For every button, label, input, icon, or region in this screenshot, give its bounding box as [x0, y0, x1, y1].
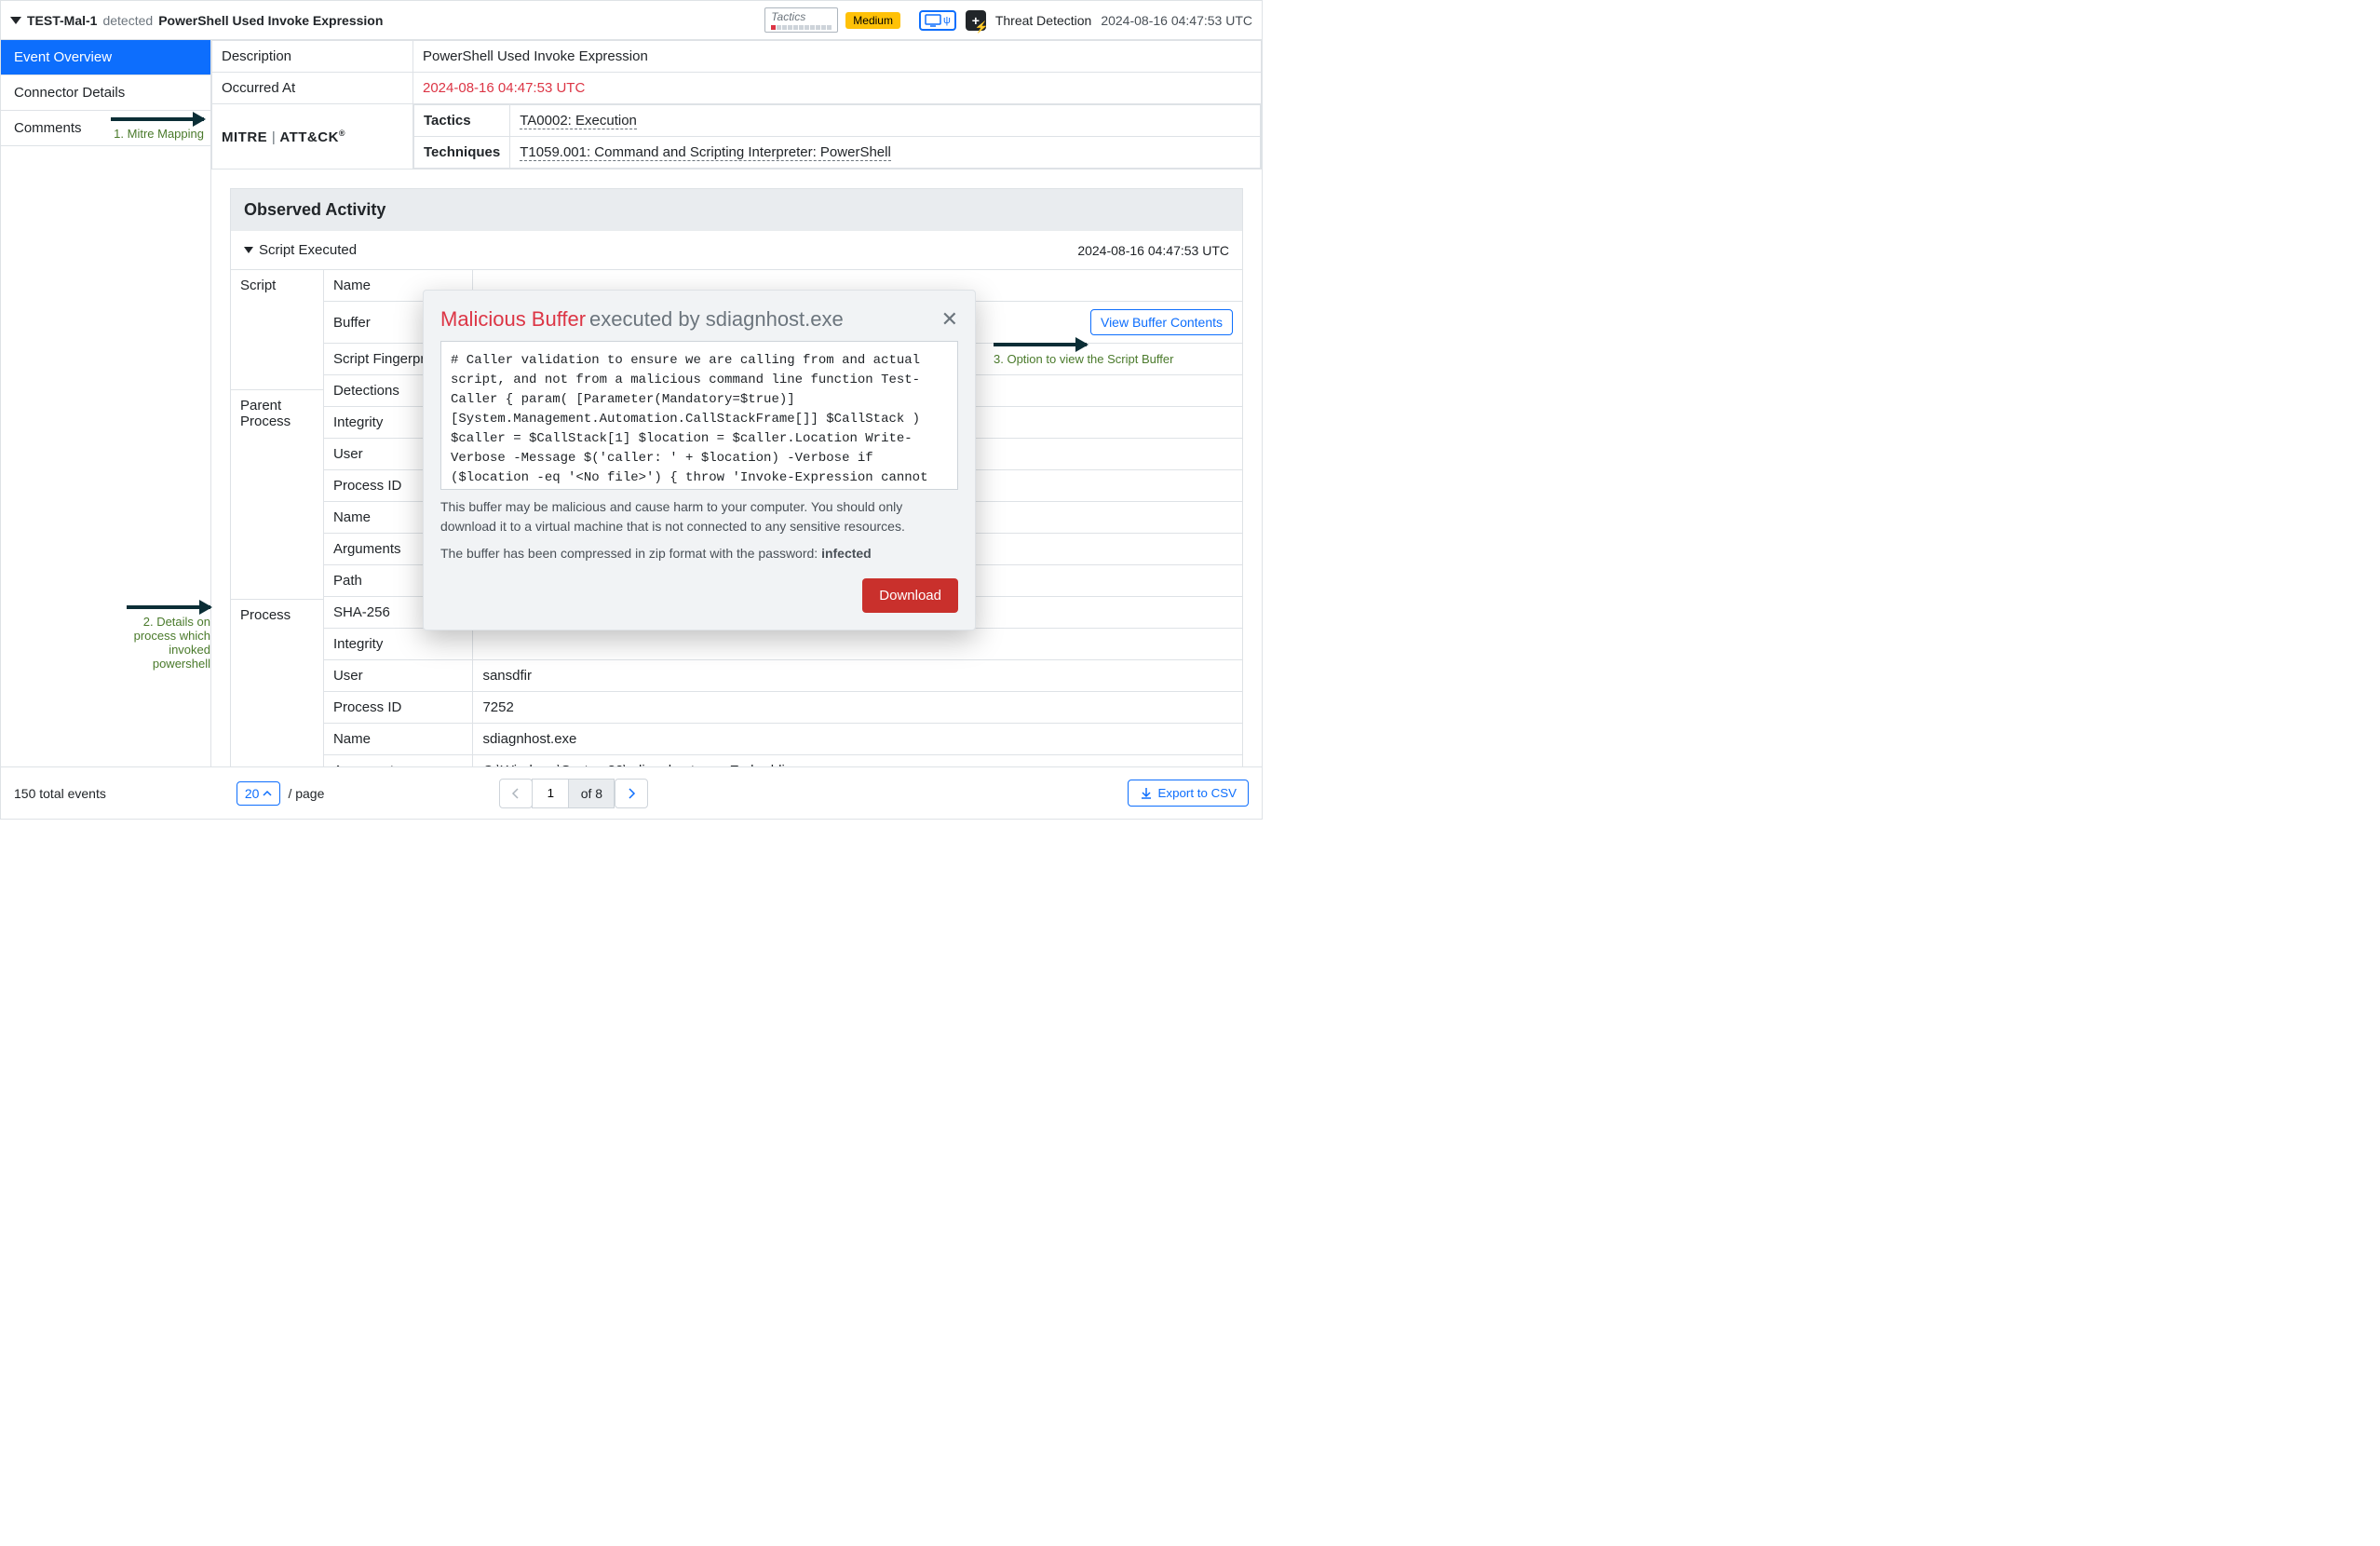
- event-title: PowerShell Used Invoke Expression: [158, 13, 383, 28]
- row-description: Description PowerShell Used Invoke Expre…: [212, 41, 1262, 73]
- group-parent: Parent Process: [231, 390, 323, 600]
- plus-icon[interactable]: +⚡: [966, 10, 986, 31]
- sidebar-item-event-overview[interactable]: Event Overview: [1, 40, 210, 75]
- detected-word: detected: [102, 13, 153, 28]
- page-of: of 8: [568, 779, 615, 808]
- script-executed-toggle[interactable]: Script Executed: [244, 242, 357, 258]
- kv-table: Description PowerShell Used Invoke Expre…: [211, 40, 1262, 170]
- perpage-select[interactable]: 20: [237, 781, 281, 806]
- mitre-logo: MITRE | ATT&CK®: [222, 129, 345, 145]
- footer: 150 total events 20 / page of 8 Export t…: [1, 766, 1262, 819]
- process-integrity-row: Integrity: [324, 629, 1242, 660]
- row-techniques: Techniques T1059.001: Command and Script…: [414, 137, 1261, 169]
- occurred-label: Occurred At: [212, 73, 413, 104]
- collapse-icon[interactable]: [10, 17, 21, 24]
- perpage-suffix: / page: [288, 786, 324, 801]
- annotation-2: 2. Details on process which invoked powe…: [127, 605, 210, 671]
- tactics-label: Tactics: [771, 10, 832, 23]
- buffer-modal: Malicious Buffer executed by sdiagnhost.…: [423, 290, 976, 631]
- observed-timestamp: 2024-08-16 04:47:53 UTC: [1077, 243, 1229, 258]
- severity-badge: Medium: [845, 12, 900, 29]
- pager: of 8: [499, 779, 648, 808]
- chevron-down-icon: [244, 247, 253, 253]
- modal-title-grey: executed by sdiagnhost.exe: [589, 307, 844, 331]
- event-header: TEST-Mal-1 detected PowerShell Used Invo…: [1, 1, 1262, 40]
- modal-note-1: This buffer may be malicious and cause h…: [440, 497, 958, 536]
- download-icon: [1140, 787, 1153, 800]
- close-icon[interactable]: ✕: [941, 307, 958, 332]
- view-buffer-button[interactable]: View Buffer Contents: [1090, 309, 1233, 335]
- row-mitre: MITRE | ATT&CK® Tactics TA0002: Executio…: [212, 104, 1262, 170]
- download-button[interactable]: Download: [862, 578, 958, 613]
- process-user-row: Usersansdfir: [324, 660, 1242, 692]
- test-id: TEST-Mal-1: [27, 13, 97, 28]
- process-args-row: ArgumentsC:\Windows\System32\sdiagnhost.…: [324, 755, 1242, 767]
- group-script: Script: [231, 270, 323, 390]
- description-label: Description: [212, 41, 413, 73]
- total-events: 150 total events: [14, 786, 106, 801]
- observed-title: Observed Activity: [231, 189, 1242, 231]
- export-csv-button[interactable]: Export to CSV: [1128, 780, 1249, 807]
- description-value: PowerShell Used Invoke Expression: [413, 41, 1262, 73]
- modal-title-red: Malicious Buffer: [440, 307, 586, 331]
- monitor-icon[interactable]: ψ: [919, 10, 956, 31]
- prev-page-button[interactable]: [499, 779, 533, 808]
- group-process: Process: [231, 600, 323, 766]
- row-occurred: Occurred At 2024-08-16 04:47:53 UTC: [212, 73, 1262, 104]
- sidebar: Event Overview Connector Details Comment…: [1, 40, 211, 766]
- modal-note-2: The buffer has been compressed in zip fo…: [440, 544, 958, 563]
- process-pid-row: Process ID7252: [324, 692, 1242, 724]
- tactics-dots: [771, 25, 832, 30]
- row-tactics: Tactics TA0002: Execution: [414, 105, 1261, 137]
- annotation-1: 1. Mitre Mapping: [111, 117, 204, 141]
- detection-label: Threat Detection: [995, 13, 1092, 28]
- annotation-3: 3. Option to view the Script Buffer: [994, 343, 1173, 366]
- sidebar-item-connector-details[interactable]: Connector Details: [1, 75, 210, 111]
- tactics-label: Tactics: [414, 105, 510, 137]
- techniques-label: Techniques: [414, 137, 510, 169]
- tactics-chip[interactable]: Tactics: [764, 7, 838, 33]
- occurred-value: 2024-08-16 04:47:53 UTC: [413, 73, 1262, 104]
- process-name-row: Namesdiagnhost.exe: [324, 724, 1242, 755]
- next-page-button[interactable]: [615, 779, 648, 808]
- code-box[interactable]: # Caller validation to ensure we are cal…: [440, 341, 958, 490]
- chevron-up-icon: [263, 789, 272, 798]
- techniques-link[interactable]: T1059.001: Command and Scripting Interpr…: [520, 144, 891, 161]
- header-timestamp: 2024-08-16 04:47:53 UTC: [1101, 13, 1252, 28]
- tactics-link[interactable]: TA0002: Execution: [520, 113, 637, 129]
- page-input[interactable]: [532, 779, 569, 808]
